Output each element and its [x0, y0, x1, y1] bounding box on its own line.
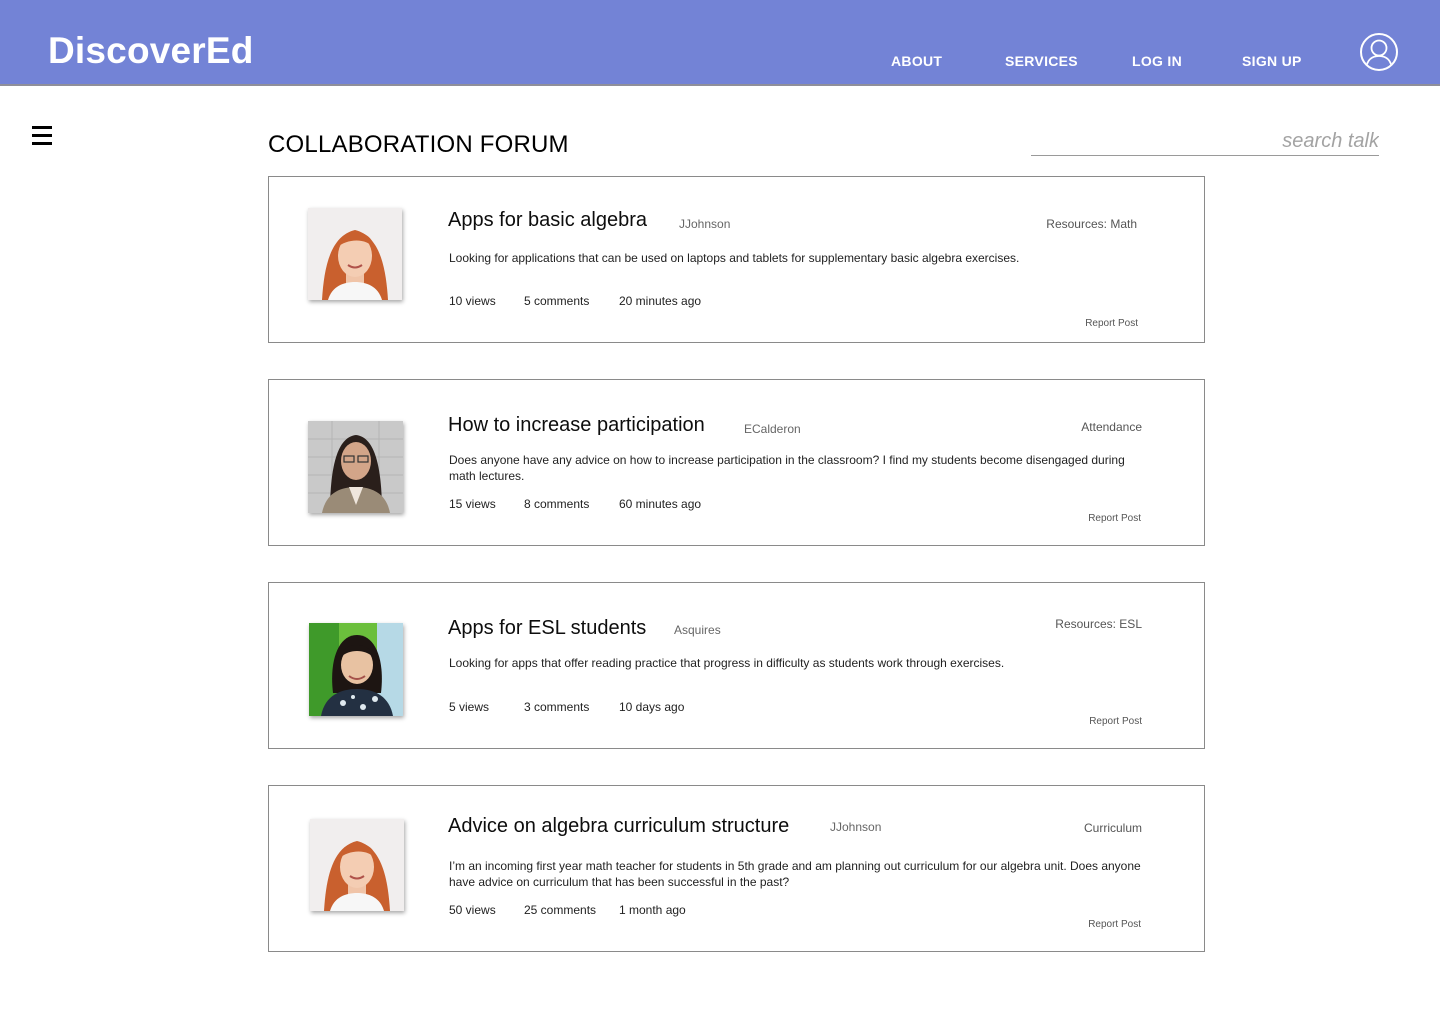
report-post-link[interactable]: Report Post: [1085, 318, 1138, 329]
forum-post[interactable]: Apps for basic algebra JJohnson Resource…: [268, 176, 1205, 343]
page-title: COLLABORATION FORUM: [268, 131, 569, 158]
author-avatar[interactable]: [309, 623, 403, 716]
nav-about-link[interactable]: ABOUT: [891, 53, 942, 69]
forum-post[interactable]: Apps for ESL students Asquires Resources…: [268, 582, 1205, 749]
forum-post[interactable]: Advice on algebra curriculum structure J…: [268, 785, 1205, 952]
search-input[interactable]: [1031, 128, 1379, 155]
report-post-link[interactable]: Report Post: [1088, 919, 1141, 930]
nav-services-link[interactable]: SERVICES: [1005, 53, 1078, 69]
report-post-link[interactable]: Report Post: [1089, 716, 1142, 727]
post-author[interactable]: Asquires: [674, 623, 721, 637]
report-post-link[interactable]: Report Post: [1088, 513, 1141, 524]
post-comments[interactable]: 25 comments: [524, 903, 596, 917]
forum-post[interactable]: How to increase participation ECalderon …: [268, 379, 1205, 546]
post-body: Looking for apps that offer reading prac…: [449, 656, 1005, 670]
post-comments[interactable]: 3 comments: [524, 700, 589, 714]
post-category[interactable]: Resources: Math: [1046, 217, 1137, 231]
post-body: Does anyone have any advice on how to in…: [449, 453, 1125, 483]
search-bar: [1031, 128, 1379, 156]
post-title[interactable]: Apps for basic algebra: [448, 209, 647, 232]
top-navigation-bar: DiscoverEd ABOUT SERVICES LOG IN SIGN UP: [0, 0, 1440, 86]
post-body: Looking for applications that can be use…: [449, 251, 1020, 265]
nav-login-link[interactable]: LOG IN: [1132, 53, 1182, 69]
post-author[interactable]: ECalderon: [744, 422, 801, 436]
post-author[interactable]: JJohnson: [830, 820, 881, 834]
nav-signup-link[interactable]: SIGN UP: [1242, 53, 1302, 69]
post-title[interactable]: How to increase participation: [448, 414, 705, 437]
author-avatar[interactable]: [308, 421, 403, 513]
post-author[interactable]: JJohnson: [679, 217, 730, 231]
post-category[interactable]: Curriculum: [1084, 821, 1142, 835]
post-title[interactable]: Apps for ESL students: [448, 617, 646, 640]
post-time: 1 month ago: [619, 903, 686, 917]
user-profile-icon[interactable]: [1360, 33, 1398, 71]
author-avatar[interactable]: [310, 819, 404, 911]
post-title[interactable]: Advice on algebra curriculum structure: [448, 815, 789, 838]
post-comments[interactable]: 5 comments: [524, 294, 589, 308]
post-time: 20 minutes ago: [619, 294, 702, 308]
post-category[interactable]: Attendance: [1081, 420, 1142, 434]
post-views: 10 views: [449, 294, 496, 308]
post-time: 60 minutes ago: [619, 497, 702, 511]
logo[interactable]: DiscoverEd: [48, 30, 254, 72]
post-views: 5 views: [449, 700, 490, 714]
author-avatar[interactable]: [308, 208, 402, 300]
hamburger-menu-icon[interactable]: [31, 124, 53, 148]
post-views: 15 views: [449, 497, 496, 511]
post-comments[interactable]: 8 comments: [524, 497, 589, 511]
post-body: I’m an incoming first year math teacher …: [449, 859, 1141, 889]
post-views: 50 views: [449, 903, 496, 917]
post-time: 10 days ago: [619, 700, 685, 714]
post-category[interactable]: Resources: ESL: [1055, 617, 1142, 631]
